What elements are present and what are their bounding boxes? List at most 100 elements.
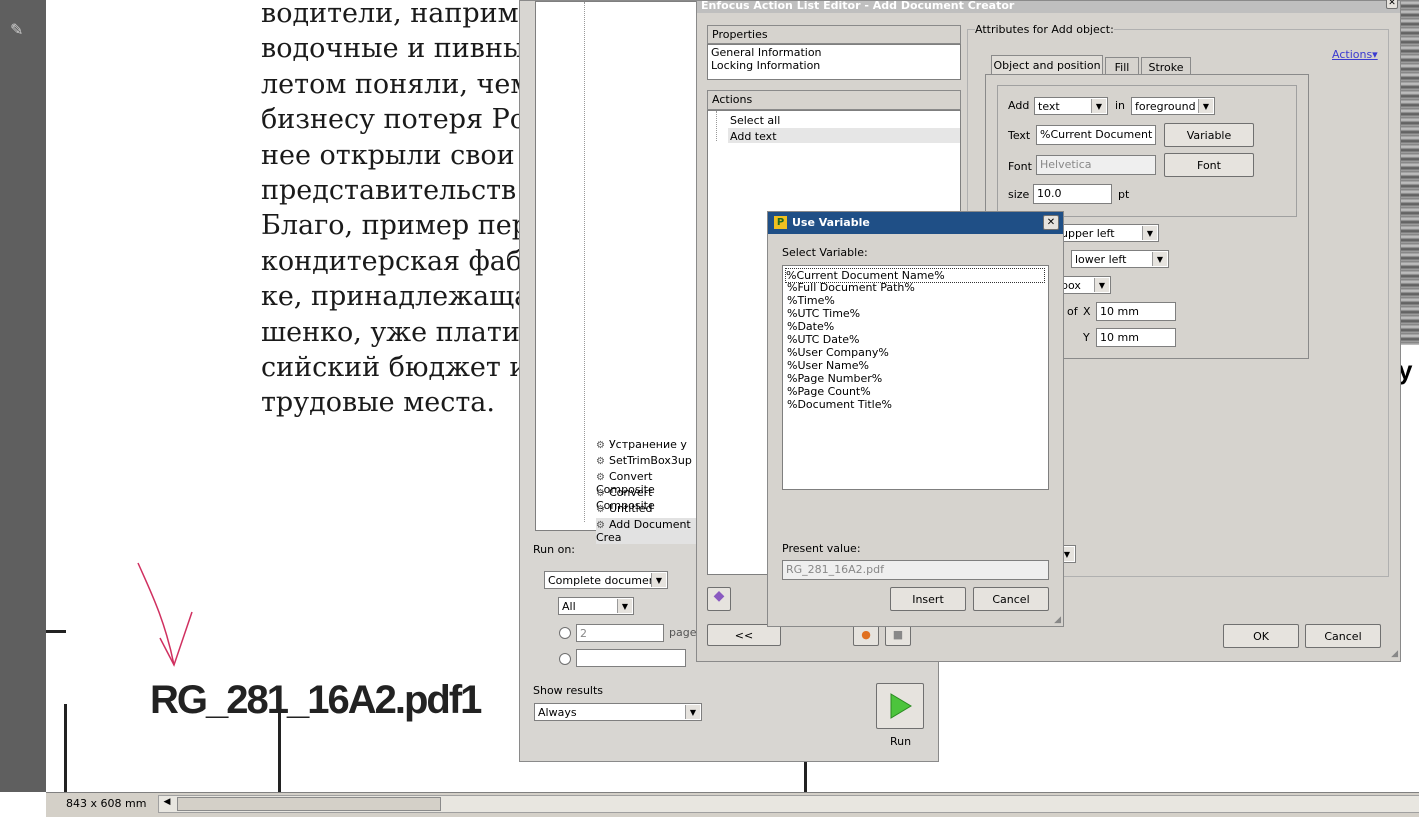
variable-item[interactable]: %User Name%: [787, 359, 869, 372]
editor-cancel-button[interactable]: Cancel: [1305, 624, 1381, 648]
close-icon[interactable]: ✕: [1043, 215, 1059, 230]
close-icon[interactable]: ✕: [1386, 0, 1398, 9]
variable-item[interactable]: %User Company%: [787, 346, 889, 359]
actions-menu-link[interactable]: Actions▾: [1332, 48, 1378, 61]
handwritten-arrow-icon: [137, 562, 193, 667]
crop-mark: [64, 704, 67, 792]
text-field[interactable]: %Current Document Na: [1036, 125, 1156, 145]
show-results-select[interactable]: Always ▼: [534, 703, 702, 721]
add-action-button[interactable]: ◆: [707, 587, 731, 611]
size-unit: pt: [1118, 188, 1130, 201]
tree-item[interactable]: ⚙ Устранение у: [596, 438, 687, 451]
variable-item[interactable]: %Page Number%: [787, 372, 882, 385]
present-value-label: Present value:: [782, 542, 861, 555]
tab-stroke[interactable]: Stroke: [1141, 57, 1191, 75]
tab-object-and-position[interactable]: Object and position: [991, 55, 1103, 75]
run-on-select[interactable]: Complete document ▼: [544, 571, 668, 589]
action-gear-icon: ⚙: [596, 504, 605, 515]
record-button[interactable]: ●: [853, 624, 879, 646]
insert-button[interactable]: Insert: [890, 587, 966, 611]
document-text-line: нее открыли свои: [261, 139, 515, 171]
tree-item-label: SetTrimBox3up: [608, 454, 692, 467]
document-text-line: Благо, пример пер: [261, 210, 530, 242]
y-offset-field[interactable]: 10 mm: [1096, 328, 1176, 347]
document-text-line: представительств: [261, 175, 517, 206]
font-button[interactable]: Font: [1164, 153, 1254, 177]
action-gear-icon: ⚙: [596, 472, 605, 483]
pages-select[interactable]: All ▼: [558, 597, 634, 615]
tree-item-label: Untitled: [608, 502, 653, 515]
tree-item[interactable]: ⚙ Add Document Crea: [596, 518, 709, 544]
add-type-select[interactable]: text ▼: [1034, 97, 1108, 115]
edit-pen-icon[interactable]: ✎: [10, 20, 34, 39]
present-value-field: RG_281_16A2.pdf: [782, 560, 1049, 580]
use-variable-dialog: P Use Variable ✕ Select Variable: %Curre…: [767, 211, 1064, 627]
editor-title[interactable]: Enfocus Action List Editor - Add Documen…: [697, 1, 1400, 13]
add-type-value: text: [1038, 100, 1060, 113]
page-radio[interactable]: [559, 627, 571, 639]
tree-item[interactable]: ⚙ Untitled: [596, 502, 652, 515]
action-item[interactable]: Add text: [730, 130, 777, 143]
dialog-cancel-button[interactable]: Cancel: [973, 587, 1049, 611]
layer-select[interactable]: foreground ▼: [1131, 97, 1215, 115]
range-field[interactable]: [576, 649, 686, 667]
ok-button[interactable]: OK: [1223, 624, 1299, 648]
back-button[interactable]: <<: [707, 624, 781, 646]
page-label: page: [669, 626, 697, 639]
chevron-down-icon: ▼: [617, 599, 632, 613]
run-label: Run: [890, 735, 912, 748]
layer-value: foreground: [1135, 100, 1196, 113]
resize-grip-icon[interactable]: ◢: [1054, 615, 1061, 625]
run-button[interactable]: [876, 683, 924, 729]
variable-item[interactable]: %Time%: [787, 294, 835, 307]
document-text-line: ке, принадлежаща: [261, 281, 531, 313]
variable-item[interactable]: %UTC Date%: [787, 333, 860, 346]
variable-item[interactable]: %Full Document Path%: [787, 281, 915, 294]
play-icon: [890, 693, 912, 719]
action-gear-icon: ⚙: [596, 456, 605, 467]
chevron-down-icon: ▼: [685, 705, 700, 719]
chevron-down-icon: ▼: [1152, 252, 1167, 266]
offset-of-label: of: [1067, 305, 1078, 318]
x-label: X: [1083, 305, 1091, 318]
show-results-label: Show results: [533, 684, 604, 697]
crop-mark: [804, 760, 807, 792]
size-field[interactable]: 10.0: [1033, 184, 1112, 204]
dialog-titlebar[interactable]: P Use Variable ✕: [768, 212, 1063, 234]
resize-grip-icon[interactable]: ◢: [1391, 649, 1398, 659]
stop-icon: ■: [892, 628, 904, 641]
stop-button[interactable]: ■: [885, 624, 911, 646]
chevron-down-icon: ▼: [1142, 226, 1157, 240]
x-offset-field[interactable]: 10 mm: [1096, 302, 1176, 321]
range-radio[interactable]: [559, 653, 571, 665]
document-text-line: водочные и пивны: [261, 33, 525, 65]
page-dimensions: 843 x 608 mm: [66, 797, 147, 810]
anchor-select[interactable]: upper left ▼: [1057, 224, 1159, 242]
chevron-down-icon: ▼: [651, 573, 666, 587]
variable-button[interactable]: Variable: [1164, 123, 1254, 147]
variable-item[interactable]: %Document Title%: [787, 398, 892, 411]
document-text-line: водители, наприм: [261, 0, 519, 29]
chevron-down-icon: ▼: [1198, 99, 1213, 113]
variable-item[interactable]: %Page Count%: [787, 385, 871, 398]
variable-item[interactable]: %Date%: [787, 320, 834, 333]
tab-fill[interactable]: Fill: [1105, 57, 1139, 75]
tree-item[interactable]: ⚙ SetTrimBox3up: [596, 454, 692, 467]
y-label: Y: [1083, 331, 1090, 344]
document-text-line: бизнесу потеря Ро: [261, 104, 527, 136]
properties-list[interactable]: General Information Locking Information: [707, 44, 961, 80]
reference-anchor-select[interactable]: lower left ▼: [1071, 250, 1169, 268]
properties-item[interactable]: General Information: [711, 46, 822, 59]
page-number-field[interactable]: 2: [576, 624, 664, 642]
properties-item[interactable]: Locking Information: [711, 59, 820, 72]
horizontal-scrollbar[interactable]: ◀: [158, 795, 1419, 813]
box-select[interactable]: box ▼: [1057, 276, 1111, 294]
variable-item[interactable]: %UTC Time%: [787, 307, 860, 320]
variable-list[interactable]: %Current Document Name% %Full Document Pa…: [782, 265, 1049, 490]
sequence-tree[interactable]: ⚙ Устранение у ⚙ SetTrimBox3up ⚙ Convert Comp…: [535, 1, 710, 544]
document-text-line: сийский бюджет и: [261, 352, 528, 383]
scroll-left-icon[interactable]: ◀: [161, 797, 173, 809]
scroll-thumb[interactable]: [177, 797, 441, 811]
status-bar: 843 x 608 mm ◀: [46, 792, 1419, 817]
action-item[interactable]: Select all: [730, 114, 780, 127]
